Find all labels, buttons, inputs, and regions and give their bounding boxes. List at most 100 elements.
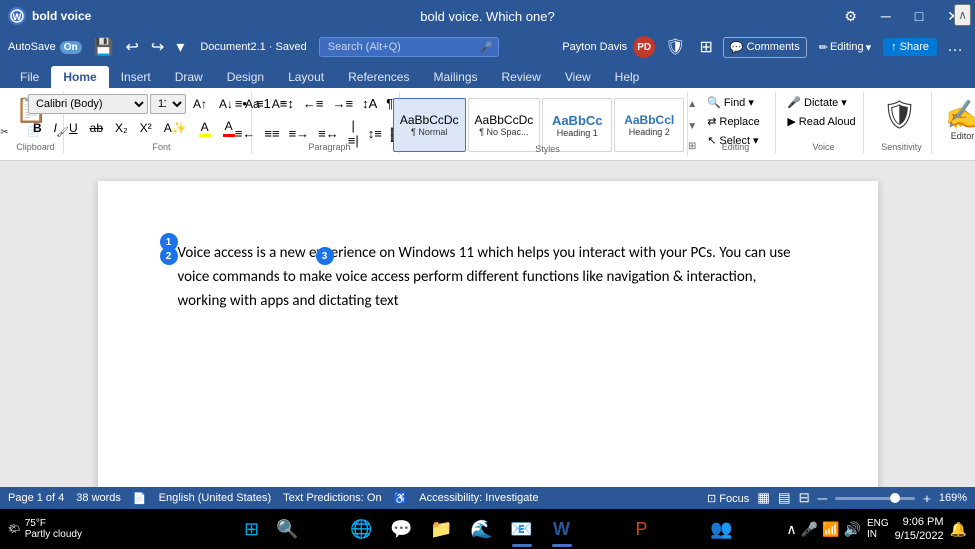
- taskbar-teams[interactable]: 👥: [704, 511, 740, 547]
- mic-tray-icon[interactable]: 🎤: [801, 521, 818, 538]
- focus-icon: ⊡: [707, 493, 716, 505]
- accessibility-indicator: Accessibility: Investigate: [419, 492, 538, 504]
- bold-button[interactable]: B: [28, 119, 47, 137]
- tab-home[interactable]: Home: [51, 66, 108, 88]
- tab-file[interactable]: File: [8, 66, 51, 88]
- minimize-button[interactable]: ─: [873, 4, 899, 28]
- speaker-icon[interactable]: 🔊: [844, 521, 861, 538]
- apps-button[interactable]: ⊞: [695, 35, 716, 59]
- user-avatar[interactable]: PD: [633, 36, 655, 58]
- maximize-button[interactable]: □: [907, 4, 931, 28]
- taskbar-outlook[interactable]: 📧: [504, 511, 540, 547]
- focus-button[interactable]: ⊡ Focus: [707, 492, 749, 505]
- taskbar-word[interactable]: W: [544, 511, 580, 547]
- tab-mailings[interactable]: Mailings: [421, 66, 489, 88]
- powerpoint-icon: P: [635, 519, 647, 540]
- comments-button[interactable]: 💬 Comments: [723, 37, 807, 58]
- taskbar-chat[interactable]: 💬: [384, 511, 420, 547]
- taskbar-powerpoint[interactable]: P: [624, 511, 660, 547]
- cut-button[interactable]: ✂: [0, 126, 19, 139]
- tab-view[interactable]: View: [553, 66, 603, 88]
- replace-icon: ⇄: [707, 115, 716, 128]
- autosave-label: AutoSave: [8, 41, 56, 53]
- svg-text:W: W: [13, 12, 22, 22]
- read-aloud-button[interactable]: ▶ Read Aloud: [783, 113, 859, 130]
- zoom-out-button[interactable]: ─: [818, 491, 827, 506]
- document-page[interactable]: 1 2 3 Voice access is a new experience o…: [98, 181, 878, 487]
- autosave-toggle[interactable]: On: [60, 41, 82, 54]
- decrease-indent-button[interactable]: ←≡: [299, 94, 328, 113]
- chevron-tray-icon[interactable]: ∧: [786, 521, 796, 538]
- align-right-button[interactable]: ≡→: [285, 124, 314, 143]
- weather-section[interactable]: 🌤 75°F Partly cloudy: [8, 518, 82, 540]
- subscript-button[interactable]: X₂: [110, 119, 133, 137]
- taskbar-settings[interactable]: ⚙: [584, 511, 620, 547]
- increase-font-button[interactable]: A↑: [188, 95, 212, 113]
- zoom-in-button[interactable]: +: [923, 491, 931, 506]
- tab-review[interactable]: Review: [490, 66, 553, 88]
- font-name-select[interactable]: Calibri (Body): [28, 94, 148, 114]
- ribbon-group-styles: AaBbCcDc ¶ Normal AaBbCcDc ¶ No Spac... …: [408, 92, 688, 156]
- language-sys-label: ENG IN: [867, 518, 889, 540]
- increase-indent-button[interactable]: →≡: [328, 94, 357, 113]
- layout-view-2[interactable]: ▤: [778, 490, 791, 506]
- tab-layout[interactable]: Layout: [276, 66, 336, 88]
- align-center-button[interactable]: ≡≡: [260, 124, 283, 143]
- tab-design[interactable]: Design: [215, 66, 276, 88]
- document-text[interactable]: Voice access is a new experience on Wind…: [178, 241, 798, 313]
- search-input[interactable]: [319, 37, 499, 57]
- justify-button[interactable]: ≡↔: [314, 124, 343, 143]
- more-options-button[interactable]: …: [943, 36, 967, 58]
- superscript-button[interactable]: X²: [135, 119, 157, 137]
- replace-button[interactable]: ⇄ Replace: [703, 113, 764, 130]
- bullets-button[interactable]: ≡•: [231, 94, 251, 113]
- search-taskbar-icon: 🔍: [276, 519, 298, 540]
- find-button[interactable]: 🔍 Find ▾: [703, 94, 764, 111]
- underline-button[interactable]: U: [64, 119, 83, 137]
- tab-insert[interactable]: Insert: [109, 66, 163, 88]
- taskbar-edge[interactable]: 🌊: [464, 511, 500, 547]
- layout-view-3[interactable]: ⊟: [798, 490, 809, 506]
- settings-button[interactable]: ⚙: [836, 4, 865, 29]
- status-bar-right: ⊡ Focus ▦ ▤ ⊟ ─ + 169%: [707, 490, 967, 506]
- page-indicator: Page 1 of 4: [8, 492, 64, 504]
- italic-button[interactable]: I: [49, 119, 62, 137]
- wifi-icon[interactable]: 📶: [822, 521, 839, 538]
- windows-start-button[interactable]: ⊞: [236, 513, 268, 545]
- layout-view-1[interactable]: ▦: [757, 490, 770, 506]
- undo-button[interactable]: ↩: [122, 35, 143, 59]
- app-active-indicator: [512, 544, 532, 547]
- font-size-select[interactable]: 11: [150, 94, 186, 114]
- document-area: 1 2 3 Voice access is a new experience o…: [0, 161, 975, 487]
- taskbar-explorer[interactable]: 📁: [424, 511, 460, 547]
- dictate-dropdown: ▾: [841, 96, 847, 109]
- highlight-button[interactable]: A: [194, 118, 216, 139]
- text-effects-button[interactable]: A✨: [159, 119, 192, 137]
- taskbar-widgets[interactable]: 🌐: [344, 511, 380, 547]
- save-icon-button[interactable]: 💾: [90, 35, 118, 59]
- sort-button[interactable]: ↕A: [358, 94, 381, 113]
- dictate-button[interactable]: 🎤 Dictate ▾: [783, 94, 850, 111]
- share-button[interactable]: ↑ Share: [883, 38, 937, 56]
- editor-button[interactable]: ✍ Editor: [945, 98, 975, 141]
- tab-references[interactable]: References: [336, 66, 421, 88]
- tab-draw[interactable]: Draw: [163, 66, 215, 88]
- redo-button[interactable]: ↪: [147, 35, 168, 59]
- tab-help[interactable]: Help: [603, 66, 652, 88]
- zoom-slider[interactable]: [835, 497, 915, 500]
- align-left-button[interactable]: ≡←: [231, 124, 260, 143]
- microsoft-icon-button[interactable]: 🛡: [661, 35, 689, 59]
- search-taskbar-button[interactable]: 🔍: [272, 513, 304, 545]
- autosave-section: AutoSave On: [8, 41, 82, 54]
- taskbar-mail[interactable]: ✉: [664, 511, 700, 547]
- strikethrough-button[interactable]: ab: [85, 119, 108, 137]
- line-spacing-button[interactable]: ↕≡: [364, 124, 386, 143]
- more-commands-button[interactable]: ▾: [172, 35, 188, 59]
- sensitivity-button[interactable]: 🛡: [882, 98, 918, 131]
- numbering-button[interactable]: ≡1: [252, 94, 275, 113]
- notifications-icon[interactable]: 🔔: [950, 521, 967, 538]
- collapse-ribbon-button[interactable]: ∧: [954, 4, 971, 26]
- task-view-button[interactable]: ⧉: [308, 513, 340, 545]
- multilevel-button[interactable]: ≡↕: [276, 94, 298, 113]
- editing-button[interactable]: ✏ Editing ▾: [813, 38, 877, 57]
